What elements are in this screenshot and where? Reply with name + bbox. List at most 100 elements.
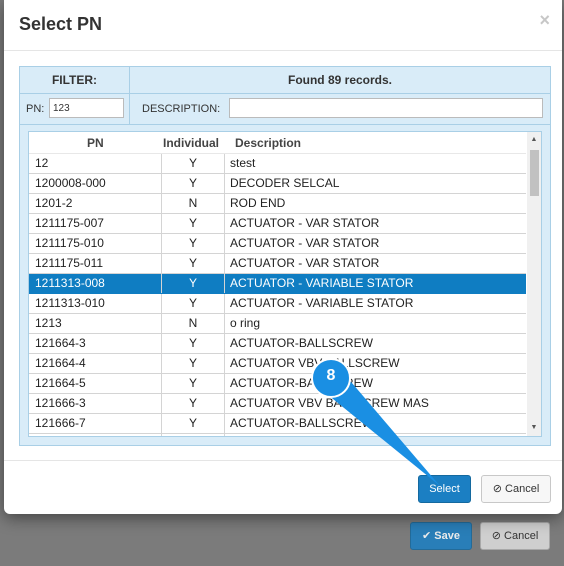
select-button-label: Select: [429, 483, 460, 495]
table-row[interactable]: 1211175-011 Y ACTUATOR - VAR STATOR: [29, 254, 526, 274]
cancel-circle-icon: ⊘: [492, 483, 502, 495]
search-divider: [129, 94, 130, 124]
select-button[interactable]: Select: [418, 475, 471, 503]
cell-description: stest: [230, 156, 256, 170]
table-row[interactable]: 1211175-007 Y ACTUATOR - VAR STATOR: [29, 214, 526, 234]
cell-pn: 121666-3: [35, 396, 86, 410]
save-button[interactable]: ✔ Save: [410, 522, 472, 550]
cell-individual: Y: [188, 296, 197, 310]
dialog-header: Select PN ×: [4, 0, 562, 51]
select-pn-dialog: Select PN × FILTER: Found 89 records. PN…: [4, 0, 562, 514]
table-scrollbar[interactable]: ▲ ▼: [527, 132, 541, 436]
scroll-up-arrow-icon[interactable]: ▲: [527, 134, 541, 146]
column-divider: [161, 154, 162, 173]
cell-pn: 1200008-000: [35, 176, 106, 190]
scrollbar-thumb[interactable]: [530, 150, 539, 196]
save-button-label: Save: [434, 530, 460, 542]
table-row[interactable]: 1211313-010 Y ACTUATOR - VARIABLE STATOR: [29, 294, 526, 314]
cell-description: LIFE RAFT: [230, 436, 290, 437]
table-row[interactable]: 1200008-000 Y DECODER SELCAL: [29, 174, 526, 194]
cancel-button[interactable]: ⊘ Cancel: [481, 475, 551, 503]
cell-individual: Y: [188, 416, 197, 430]
column-divider: [224, 194, 225, 213]
cell-pn: 1211175-010: [35, 236, 104, 250]
description-filter-label: DESCRIPTION:: [142, 103, 221, 115]
cell-individual: Y: [188, 216, 197, 230]
cell-description: ACTUATOR - VAR STATOR: [230, 256, 380, 270]
cell-pn: 121664-5: [35, 376, 86, 390]
cell-pn: 1211313-010: [35, 296, 105, 310]
column-divider: [224, 394, 225, 413]
cell-individual: Y: [188, 396, 197, 410]
checkmark-icon: ✔: [422, 530, 432, 542]
column-divider: [161, 254, 162, 273]
cell-pn: 12: [35, 156, 49, 170]
column-divider: [161, 214, 162, 233]
table-row[interactable]: 12 Ystest: [29, 154, 526, 174]
column-divider: [224, 214, 225, 233]
description-filter-input[interactable]: [229, 98, 543, 118]
table-body: 12 Ystest 1200008-000 Y DECODER SELCAL 1201-2…: [29, 154, 526, 437]
background-cancel-button[interactable]: ⊘ Cancel: [480, 522, 550, 550]
cell-description: ACTUATOR VBV BALLSCREW MAS: [230, 396, 429, 410]
column-divider: [161, 294, 162, 313]
cell-pn: 121664-3: [35, 336, 86, 350]
column-divider: [161, 234, 162, 253]
column-header-description[interactable]: Description: [235, 136, 301, 150]
column-divider: [224, 274, 225, 293]
filter-header-row: FILTER: Found 89 records.: [20, 67, 550, 94]
cell-pn: 121664-4: [35, 356, 86, 370]
column-divider: [161, 354, 162, 373]
table-row[interactable]: 121664-4 Y ACTUATOR VBV BALLSCREW: [29, 354, 526, 374]
cell-description: ACTUATOR - VARIABLE STATOR: [230, 276, 414, 290]
column-divider: [224, 314, 225, 333]
close-icon[interactable]: ×: [539, 10, 550, 31]
column-header-individual[interactable]: Individual: [163, 136, 219, 150]
callout-number: 8: [326, 367, 336, 384]
cell-pn: 1201-2: [35, 196, 73, 210]
table-row[interactable]: 121666-3 Y ACTUATOR VBV BALLSCREW MAS: [29, 394, 526, 414]
table-row[interactable]: 121664-3 Y ACTUATOR-BALLSCREW: [29, 334, 526, 354]
column-divider: [161, 274, 162, 293]
cell-pn: 121666-7: [35, 416, 86, 430]
dialog-title: Select PN: [19, 14, 103, 34]
cell-description: ROD END: [230, 196, 286, 210]
cell-description: ACTUATOR-BALLSCREW: [230, 416, 373, 430]
cell-individual: Y: [188, 376, 197, 390]
column-divider: [161, 374, 162, 393]
cell-description: ACTUATOR - VAR STATOR: [230, 216, 380, 230]
cell-individual: Y: [188, 256, 197, 270]
table-row[interactable]: 121666-7 Y ACTUATOR-BALLSCREW: [29, 414, 526, 434]
cell-individual: Y: [188, 276, 197, 290]
table-row[interactable]: 121664-5 Y ACTUATOR-BALLSCREW: [29, 374, 526, 394]
table-row[interactable]: 1218FASA-8J0-1-311 Y LIFE RAFT: [29, 434, 526, 437]
column-divider: [224, 354, 225, 373]
cell-individual: Y: [188, 356, 197, 370]
search-row: PN: DESCRIPTION:: [20, 94, 550, 125]
cell-description: ACTUATOR-BALLSCREW: [230, 336, 373, 350]
column-divider: [224, 174, 225, 193]
column-divider: [224, 414, 225, 433]
cell-pn: 1211175-011: [35, 256, 104, 270]
cell-description: o ring: [230, 316, 261, 330]
column-divider: [161, 314, 162, 333]
cell-description: DECODER SELCAL: [230, 176, 340, 190]
background-cancel-label: Cancel: [504, 530, 539, 542]
table-row[interactable]: 1211313-008 Y ACTUATOR - VARIABLE STATOR: [29, 274, 526, 294]
column-divider: [161, 334, 162, 353]
scroll-down-arrow-icon[interactable]: ▼: [527, 422, 541, 434]
cell-individual: N: [188, 196, 198, 210]
column-divider: [161, 194, 162, 213]
column-header-pn[interactable]: PN: [87, 136, 104, 150]
table-row[interactable]: 1211175-010 Y ACTUATOR - VAR STATOR: [29, 234, 526, 254]
dialog-footer: Select ⊘ Cancel: [4, 460, 562, 515]
cell-individual: Y: [163, 436, 223, 437]
table-row[interactable]: 1213 No ring: [29, 314, 526, 334]
column-divider: [224, 334, 225, 353]
cell-individual: Y: [188, 236, 197, 250]
table-row[interactable]: 1201-2 N ROD END: [29, 194, 526, 214]
column-divider: [224, 234, 225, 253]
pn-filter-input[interactable]: [49, 98, 124, 118]
record-count: Found 89 records.: [287, 73, 393, 87]
column-divider: [224, 374, 225, 393]
